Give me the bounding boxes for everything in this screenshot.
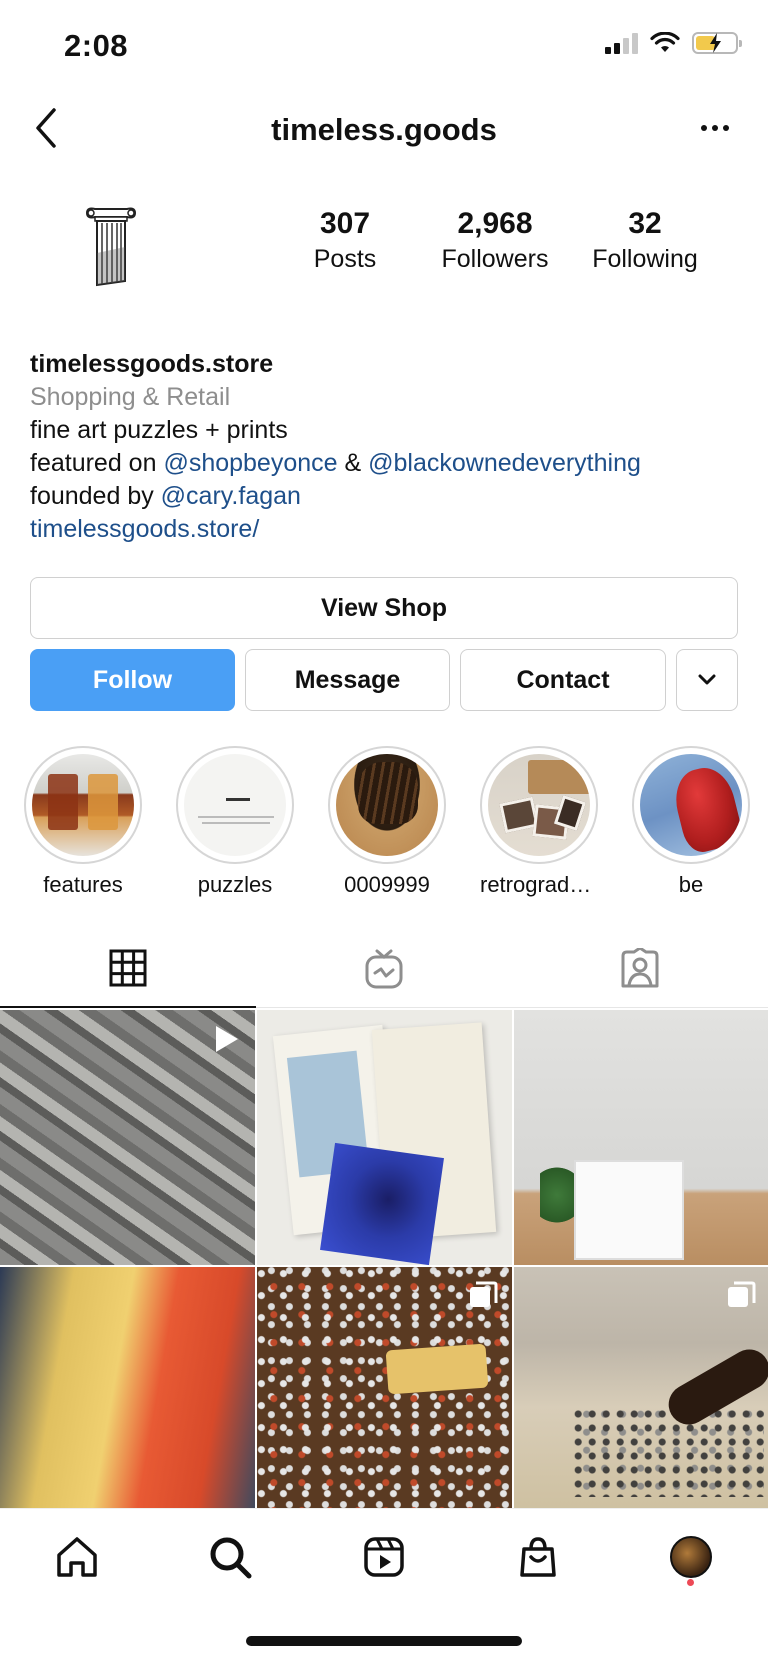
profile-header: timeless.goods [0, 92, 768, 168]
bio-line: fine art puzzles + prints [30, 416, 288, 444]
highlight-retrograde-label: retrograde... [480, 872, 598, 897]
post-thumbnail[interactable] [514, 1267, 768, 1522]
highlight-be[interactable]: be [632, 746, 750, 906]
bio-category: Shopping & Retail [30, 383, 231, 411]
suggested-accounts-button[interactable] [676, 649, 738, 711]
highlight-be-cover [640, 754, 742, 856]
tab-posts-grid[interactable] [0, 930, 256, 1008]
home-icon [57, 1536, 97, 1577]
column-logo-icon [85, 207, 137, 287]
bio-founded-prefix: founded by [30, 482, 161, 510]
grid-icon [109, 949, 147, 987]
nav-search[interactable] [195, 1522, 265, 1592]
more-dot-icon [701, 125, 707, 131]
highlight-be-label: be [678, 872, 704, 897]
view-shop-button[interactable]: View Shop [30, 577, 738, 639]
profile-bio: timelessgoods.store Shopping & Retail fi… [30, 348, 740, 546]
profile-username: timeless.goods [271, 112, 497, 147]
notification-dot [687, 1578, 695, 1586]
highlight-retrograde-cover [488, 754, 590, 856]
highlight-0009999[interactable]: 0009999 [328, 746, 446, 906]
reels-icon [364, 1536, 404, 1577]
post-thumbnail[interactable] [514, 1010, 768, 1265]
story-highlights: features puzzles 0009999 retrograde... b… [24, 746, 768, 906]
highlight-features[interactable]: features [24, 746, 142, 906]
highlight-0009999-label: 0009999 [344, 872, 430, 897]
status-time: 2:08 [64, 28, 129, 63]
carousel-icon [470, 1281, 498, 1307]
stat-followers-label: Followers [441, 245, 549, 273]
bio-founded-line: founded by @cary.fagan [30, 480, 740, 513]
igtv-icon [365, 949, 403, 988]
stat-followers-value: 2,968 [457, 207, 533, 240]
contact-button[interactable]: Contact [460, 649, 666, 711]
nav-reels[interactable] [349, 1522, 419, 1592]
highlight-features-cover [32, 754, 134, 856]
profile-stats: 307 Posts 2,968 Followers 32 Following [290, 206, 700, 274]
nav-shop[interactable] [503, 1522, 573, 1592]
status-bar: 2:08 [0, 0, 768, 92]
post-thumbnail[interactable] [0, 1267, 255, 1522]
bio-ampersand: & [337, 449, 369, 477]
nav-home[interactable] [42, 1522, 112, 1592]
wifi-icon [650, 32, 680, 52]
bio-display-name: timelessgoods.store [30, 350, 274, 378]
profile-avatar[interactable] [56, 192, 166, 302]
highlight-puzzles-label: puzzles [197, 872, 273, 897]
highlight-0009999-cover [336, 754, 438, 856]
nav-profile[interactable] [656, 1522, 726, 1592]
stat-posts-value: 307 [319, 207, 371, 240]
highlight-puzzles[interactable]: puzzles [176, 746, 294, 906]
stat-followers[interactable]: 2,968 Followers [440, 206, 550, 274]
bio-featured-prefix: featured on [30, 449, 164, 477]
bottom-navigation [0, 1508, 768, 1604]
stat-following-label: Following [592, 245, 698, 273]
stat-following-value: 32 [628, 207, 662, 240]
mention-blackownedeverything[interactable]: @blackownedeverything [368, 449, 641, 477]
home-indicator [246, 1636, 522, 1646]
message-button[interactable]: Message [245, 649, 450, 711]
shopping-bag-icon [519, 1536, 556, 1577]
search-icon [210, 1537, 252, 1578]
post-thumbnail[interactable] [257, 1010, 512, 1265]
highlight-puzzles-cover [184, 754, 286, 856]
highlight-retrograde[interactable]: retrograde... [480, 746, 598, 906]
bio-featured-line: featured on @shopbeyonce & @blackownedev… [30, 447, 740, 480]
status-icons [605, 32, 742, 54]
battery-icon [692, 32, 742, 54]
post-thumbnail[interactable] [257, 1267, 512, 1522]
tagged-person-icon [621, 947, 659, 987]
profile-tabs [0, 930, 768, 1008]
cellular-signal-icon [605, 32, 638, 54]
carousel-icon [728, 1281, 756, 1307]
bio-website-link[interactable]: timelessgoods.store/ [30, 513, 740, 546]
post-thumbnail[interactable] [0, 1010, 255, 1265]
follow-button[interactable]: Follow [30, 649, 235, 711]
stat-posts[interactable]: 307 Posts [290, 206, 400, 274]
chevron-down-icon [698, 674, 716, 685]
mention-cary-fagan[interactable]: @cary.fagan [161, 482, 301, 510]
video-play-icon [216, 1026, 238, 1052]
stat-following[interactable]: 32 Following [590, 206, 700, 274]
mention-shopbeyonce[interactable]: @shopbeyonce [163, 449, 337, 477]
avatar [670, 1535, 713, 1578]
tab-tagged[interactable] [512, 930, 768, 1008]
highlight-features-label: features [43, 872, 123, 897]
more-options-button[interactable] [690, 106, 740, 150]
tab-igtv[interactable] [256, 930, 512, 1008]
stat-posts-label: Posts [313, 245, 377, 273]
posts-grid [0, 1010, 768, 1522]
